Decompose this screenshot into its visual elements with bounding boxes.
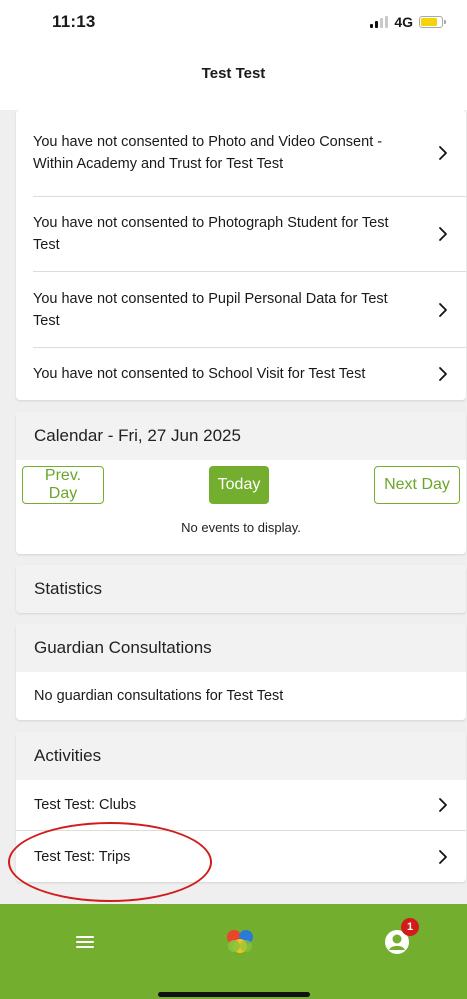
page-title: Test Test — [201, 65, 266, 82]
calendar-controls: Prev. Day Today Next Day — [16, 460, 466, 510]
status-indicators: 4G — [370, 14, 446, 30]
consent-text: You have not consented to Photograph Stu… — [33, 215, 389, 253]
calendar-card: Calendar - Fri, 27 Jun 2025 Prev. Day To… — [16, 412, 466, 554]
consent-row-photograph-student[interactable]: You have not consented to Photograph Stu… — [33, 197, 466, 272]
signal-icon — [370, 16, 389, 28]
main-content[interactable]: You have not consented to Photo and Vide… — [0, 110, 467, 904]
status-time: 11:13 — [52, 12, 96, 31]
activity-label: Test Test: Trips — [34, 848, 131, 865]
battery-icon — [419, 16, 446, 28]
guardian-title: Guardian Consultations — [16, 624, 466, 672]
consents-card: You have not consented to Photo and Vide… — [16, 110, 466, 400]
consent-text: You have not consented to School Visit f… — [33, 366, 366, 382]
next-day-button[interactable]: Next Day — [374, 466, 460, 504]
chevron-right-icon — [439, 367, 447, 381]
consent-row-school-visit[interactable]: You have not consented to School Visit f… — [33, 348, 466, 400]
profile-icon[interactable]: 1 — [377, 918, 419, 962]
chevron-right-icon — [439, 798, 447, 812]
network-label: 4G — [394, 14, 413, 30]
chevron-right-icon — [439, 227, 447, 241]
guardian-empty-message: No guardian consultations for Test Test — [34, 688, 284, 704]
activity-trips-row[interactable]: Test Test: Trips — [16, 831, 466, 882]
guardian-consultations-card: Guardian Consultations No guardian consu… — [16, 624, 466, 720]
chevron-right-icon — [439, 146, 447, 160]
consent-text: You have not consented to Photo and Vide… — [33, 134, 383, 172]
prev-day-button[interactable]: Prev. Day — [22, 466, 104, 504]
activities-title: Activities — [16, 732, 466, 780]
activity-label: Test Test: Clubs — [34, 797, 137, 813]
statistics-card[interactable]: Statistics — [16, 565, 466, 613]
chevron-right-icon — [439, 302, 447, 317]
status-bar: 11:13 4G — [0, 0, 467, 50]
activities-card: Activities Test Test: Clubs Test Test: T… — [16, 732, 466, 882]
consent-row-photo-video[interactable]: You have not consented to Photo and Vide… — [33, 110, 466, 197]
home-indicator — [158, 992, 310, 997]
notification-badge: 1 — [401, 918, 419, 936]
chevron-right-icon — [439, 849, 447, 864]
no-events-message: No events to display. — [181, 520, 301, 535]
bottom-tab-bar: 1 — [0, 904, 467, 999]
menu-icon[interactable] — [65, 922, 105, 962]
app-logo-icon[interactable] — [220, 922, 260, 962]
consent-text: You have not consented to Pupil Personal… — [33, 290, 388, 329]
nav-header: Test Test — [0, 50, 467, 110]
statistics-title: Statistics — [16, 565, 466, 613]
consent-row-pupil-data[interactable]: You have not consented to Pupil Personal… — [33, 272, 466, 348]
activity-clubs-row[interactable]: Test Test: Clubs — [16, 780, 466, 831]
battery-level — [421, 18, 437, 26]
calendar-title: Calendar - Fri, 27 Jun 2025 — [16, 412, 466, 460]
today-button[interactable]: Today — [209, 466, 269, 504]
